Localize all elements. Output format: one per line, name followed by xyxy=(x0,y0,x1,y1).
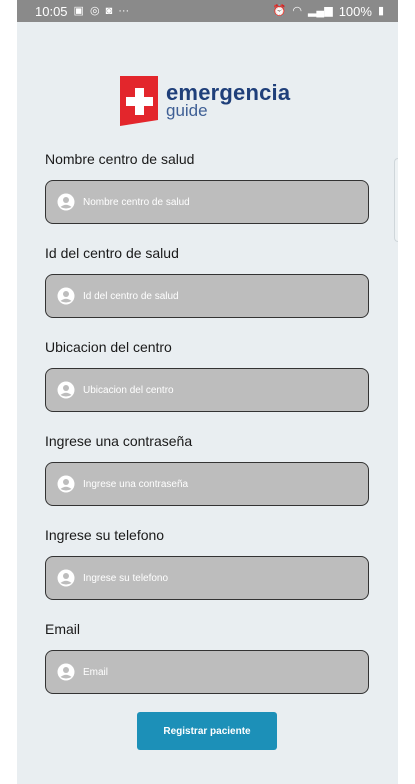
field-contrasena[interactable] xyxy=(45,462,369,506)
status-bar: 10:05 ▣ ◎ ◙ ··· ⏰ ◠ ▂▄▆ 100% ▮ xyxy=(17,0,398,22)
wifi-icon: ◠ xyxy=(292,4,302,17)
person-icon xyxy=(57,475,75,493)
more-dots-icon: ··· xyxy=(118,4,130,17)
status-left: 10:05 ▣ ◎ ◙ ··· xyxy=(35,4,129,19)
field-ubicacion[interactable] xyxy=(45,368,369,412)
telefono-input[interactable] xyxy=(83,572,343,584)
label-contrasena: Ingrese una contraseña xyxy=(45,433,193,449)
app-logo: emergencia guide xyxy=(118,76,290,126)
label-nombre-centro: Nombre centro de salud xyxy=(45,151,195,167)
person-icon xyxy=(57,381,75,399)
battery-icon: ▮ xyxy=(377,4,384,17)
image-icon: ▣ xyxy=(73,4,84,17)
instagram-icon: ◙ xyxy=(105,4,113,17)
alarm-icon: ⏰ xyxy=(272,4,287,17)
battery-level: 100% xyxy=(338,3,372,19)
field-id-centro[interactable] xyxy=(45,274,369,318)
signal-icon: ▂▄▆ xyxy=(307,4,333,17)
person-icon xyxy=(57,287,75,305)
registrar-paciente-button[interactable]: Registrar paciente xyxy=(137,712,277,750)
label-id-centro: Id del centro de salud xyxy=(45,245,179,261)
label-email: Email xyxy=(45,621,81,637)
logo-text: emergencia guide xyxy=(166,82,290,120)
person-icon xyxy=(57,663,75,681)
label-telefono: Ingrese su telefono xyxy=(45,527,165,543)
id-centro-input[interactable] xyxy=(83,290,343,302)
person-icon xyxy=(57,193,75,211)
contrasena-input[interactable] xyxy=(83,478,343,490)
nombre-centro-input[interactable] xyxy=(83,196,343,208)
whatsapp-icon: ◎ xyxy=(89,4,100,17)
medical-cross-icon xyxy=(118,76,160,126)
status-time: 10:05 xyxy=(35,3,68,19)
field-email[interactable] xyxy=(45,650,369,694)
ubicacion-input[interactable] xyxy=(83,384,343,396)
label-ubicacion: Ubicacion del centro xyxy=(45,339,172,355)
field-nombre-centro[interactable] xyxy=(45,180,369,224)
email-input[interactable] xyxy=(83,666,343,678)
field-telefono[interactable] xyxy=(45,556,369,600)
edge-panel-handle[interactable] xyxy=(394,158,398,242)
person-icon xyxy=(57,569,75,587)
status-right: ⏰ ◠ ▂▄▆ 100% ▮ xyxy=(273,4,384,19)
